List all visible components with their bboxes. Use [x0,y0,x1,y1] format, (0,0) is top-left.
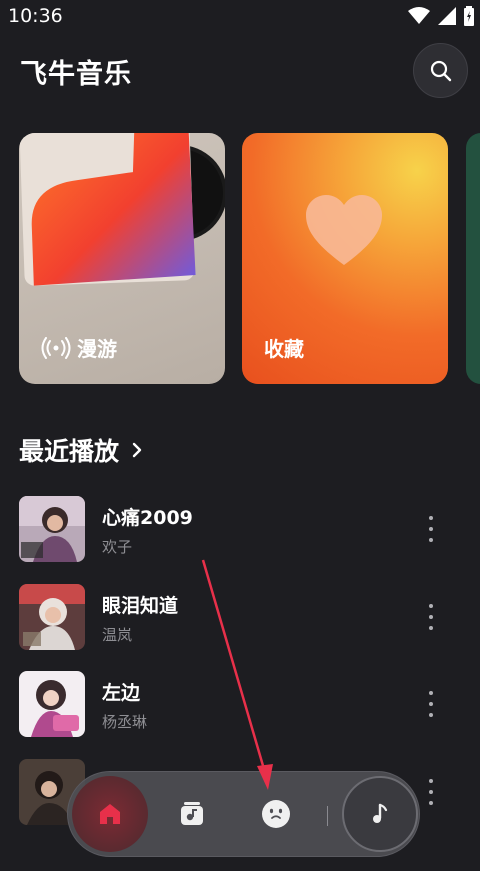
song-title: 左边 [102,682,141,704]
song-artist: 温岚 [102,626,133,644]
wifi-icon [408,7,430,24]
song-artist: 欢子 [102,538,133,556]
song-artist: 杨丞琳 [102,713,148,731]
more-options-icon[interactable] [421,604,441,630]
status-time: 10:36 [8,5,63,27]
chevron-right-icon [132,442,142,458]
app-title: 飞牛音乐 [20,59,132,90]
recent-section-header[interactable]: 最近播放 [19,432,143,468]
roam-card[interactable]: 漫游 [19,133,225,384]
now-playing-button[interactable] [342,776,418,852]
recent-title: 最近播放 [19,437,120,466]
nav-library[interactable] [174,796,210,832]
favorites-label: 收藏 [264,337,304,361]
nav-discover[interactable] [258,796,294,832]
next-card-peek[interactable] [466,133,480,384]
song-title: 心痛2009 [102,507,193,529]
signal-icon [438,7,456,25]
more-options-icon[interactable] [421,691,441,717]
heart-icon [306,195,382,265]
nav-home[interactable] [72,776,148,852]
search-button[interactable] [413,43,468,98]
album-icon [181,802,203,825]
search-icon [430,60,451,81]
home-icon [100,804,120,824]
music-note-icon [373,803,388,823]
roam-label: 漫游 [77,337,117,361]
roam-cover-art [19,133,225,286]
song-item[interactable]: 左边 杨丞琳 [19,671,469,737]
song-item[interactable]: 眼泪知道 温岚 [19,584,469,650]
more-options-icon[interactable] [421,779,441,805]
favorites-card[interactable]: 收藏 [242,133,448,384]
radio-icon [41,336,71,359]
album-cover [19,584,85,650]
battery-icon [464,6,474,26]
nav-divider [327,806,328,826]
song-item[interactable]: 心痛2009 欢子 [19,496,469,562]
status-bar: 10:36 [0,0,480,32]
album-cover [19,496,85,562]
more-options-icon[interactable] [421,516,441,542]
face-icon [262,800,290,828]
song-title: 眼泪知道 [102,595,179,617]
album-cover [19,671,85,737]
